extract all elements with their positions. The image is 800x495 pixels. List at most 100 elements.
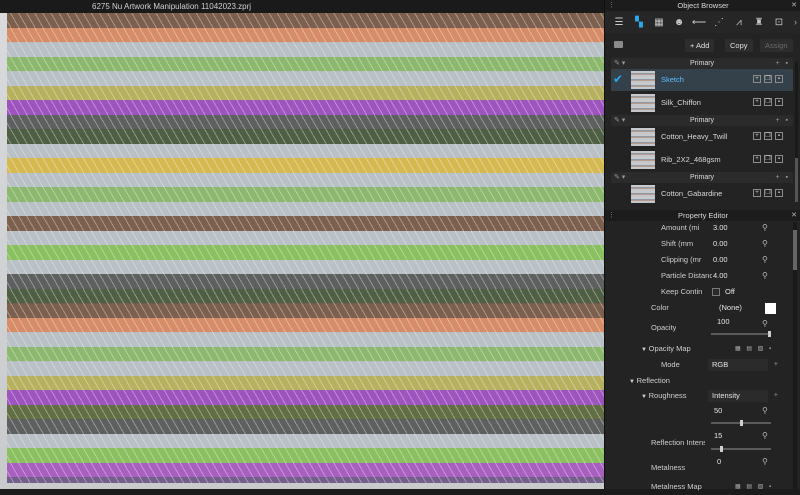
more-icon[interactable]: › (794, 17, 797, 27)
group-actions-icon[interactable]: + ▪ (775, 58, 790, 69)
knit-stripe (7, 462, 604, 478)
delete-icon[interactable]: ▪ (775, 189, 783, 197)
assign-button[interactable]: Assign (760, 39, 793, 52)
copy-icon[interactable]: ❐ (764, 189, 772, 197)
topstitch-icon[interactable]: ⩘ (729, 13, 749, 31)
opacity-value[interactable]: 100 (717, 314, 730, 330)
knit-stripe (7, 201, 604, 217)
material-group-header[interactable]: ✎ ▾ Primary + ▪ (611, 58, 793, 69)
color-swatch[interactable] (765, 303, 776, 314)
knit-stripe (7, 143, 604, 159)
clipping-value[interactable]: 0.00 (713, 252, 728, 268)
material-item[interactable]: Silk_Chiffon + ❐ ▪ (611, 92, 793, 114)
shift-value[interactable]: 0.00 (713, 236, 728, 252)
copy-button[interactable]: Copy (725, 39, 753, 52)
add-icon[interactable]: + (753, 189, 761, 197)
map-actions-icon[interactable]: ▦ ▤ ▧ ▪ (735, 341, 773, 357)
slider-handle[interactable] (768, 331, 771, 337)
smiley-icon[interactable]: ☻ (669, 13, 689, 31)
knit-stripe (7, 245, 604, 260)
knit-stripe (7, 419, 604, 434)
knit-stripe (7, 216, 604, 231)
material-item[interactable]: Cotton_Heavy_Twill + ❐ ▪ (611, 126, 793, 148)
add-icon[interactable]: + (753, 132, 761, 140)
shirt-icon[interactable]: ▚ (629, 13, 649, 31)
particle-distance-value[interactable]: 4.00 (713, 268, 728, 284)
edit-icon[interactable]: ✎ ▾ (614, 58, 625, 69)
amount-label: Amount (mi (661, 223, 700, 232)
slider-handle[interactable] (739, 420, 743, 426)
opacity-slider[interactable] (711, 331, 771, 337)
group-actions-icon[interactable]: + ▪ (775, 115, 790, 126)
add-button[interactable]: + Add (685, 39, 715, 52)
material-item[interactable]: Rib_2X2_468gsm + ❐ ▪ (611, 149, 793, 171)
knit-fabric-canvas[interactable] (7, 13, 604, 483)
metalness-value[interactable]: 0 (717, 454, 721, 470)
folder-icon[interactable] (614, 41, 623, 48)
pin-icon[interactable]: ⚲ (762, 268, 768, 284)
material-thumbnail (631, 185, 655, 203)
delete-icon[interactable]: ▪ (775, 98, 783, 106)
pin-icon[interactable]: ⚲ (762, 316, 768, 332)
copy-icon[interactable]: ❐ (764, 132, 772, 140)
opacity-map-row[interactable]: ▼ Opacity Map ▦ ▤ ▧ ▪ (605, 341, 800, 357)
object-browser-scrollbar[interactable] (795, 62, 798, 202)
close-icon[interactable]: ✕ (791, 0, 797, 11)
roughness-slider[interactable] (711, 420, 771, 426)
mode-dropdown[interactable]: RGB + (708, 359, 778, 371)
roughness-value[interactable]: 50 (714, 403, 722, 419)
add-icon[interactable]: + (753, 75, 761, 83)
add-icon[interactable]: + (753, 98, 761, 106)
group-actions-icon[interactable]: + ▪ (775, 172, 790, 183)
pin-icon[interactable]: ⚲ (762, 403, 768, 419)
map-actions-icon[interactable]: ▦ ▤ ▧ ▪ (735, 479, 773, 495)
material-group-header[interactable]: ✎ ▾ Primary + ▪ (611, 115, 793, 126)
opacity-map-label: ▼ Opacity Map (641, 344, 691, 353)
reflection-intensity-slider[interactable] (711, 446, 771, 452)
knit-stripe (7, 259, 604, 275)
copy-icon[interactable]: ❐ (764, 75, 772, 83)
property-editor-scrollbar[interactable] (793, 222, 797, 489)
metalness-map-row[interactable]: Metalness Map ▦ ▤ ▧ ▪ (605, 479, 800, 495)
material-group-header[interactable]: ✎ ▾ Primary + ▪ (611, 172, 793, 183)
pin-icon[interactable]: ⚲ (762, 236, 768, 252)
material-thumbnail (631, 151, 655, 169)
knit-stripe (7, 100, 604, 115)
edit-icon[interactable]: ✎ ▾ (614, 172, 625, 183)
delete-icon[interactable]: ▪ (775, 132, 783, 140)
3d-viewport[interactable]: 6275 Nu Artwork Manipulation 11042023.zp… (0, 0, 604, 489)
list-icon[interactable]: ☰ (609, 13, 629, 31)
knit-stripe (7, 477, 604, 483)
edit-icon[interactable]: ✎ ▾ (614, 115, 625, 126)
amount-value[interactable]: 3.00 (713, 220, 728, 236)
object-browser-actions: + Add Copy Assign (605, 37, 800, 54)
keep-continuity-row: Keep Contin Off (605, 284, 800, 300)
pin-icon[interactable]: ⚲ (762, 252, 768, 268)
texture-icon[interactable]: ▦ (649, 13, 669, 31)
pin-icon[interactable]: ⚲ (762, 220, 768, 236)
copy-icon[interactable]: ❐ (764, 155, 772, 163)
material-item[interactable]: ✔ Sketch + ❐ ▪ (611, 69, 793, 91)
pin-icon[interactable]: ⚲ (762, 454, 768, 470)
roughness-dropdown[interactable]: Intensity + (708, 390, 778, 402)
delete-icon[interactable]: ▪ (775, 155, 783, 163)
add-icon: + (773, 361, 778, 368)
avatar-icon[interactable]: ♜ (749, 13, 769, 31)
copy-icon[interactable]: ❐ (764, 98, 772, 106)
material-item[interactable]: Cotton_Gabardine + ❐ ▪ (611, 183, 793, 205)
keep-continuity-checkbox[interactable] (712, 288, 720, 296)
material-thumbnail (631, 71, 655, 89)
shift-row: Shift (mm 0.00 ⚲ (605, 236, 800, 252)
checkmark-icon: ✔ (613, 72, 624, 86)
reflection-section[interactable]: ▼ Reflection (605, 373, 800, 389)
slider-handle[interactable] (719, 446, 723, 452)
add-icon[interactable]: + (753, 155, 761, 163)
knit-stripe (7, 317, 604, 333)
button-icon[interactable]: ⊡ (769, 13, 789, 31)
panel-menu-icon[interactable]: ⋮ (608, 0, 615, 11)
stitch-icon[interactable]: ⋰ (709, 13, 729, 31)
delete-icon[interactable]: ▪ (775, 75, 783, 83)
group-label: Primary (689, 117, 715, 124)
knit-stripe (7, 303, 604, 318)
ruler-icon[interactable]: ⟵ (689, 13, 709, 31)
